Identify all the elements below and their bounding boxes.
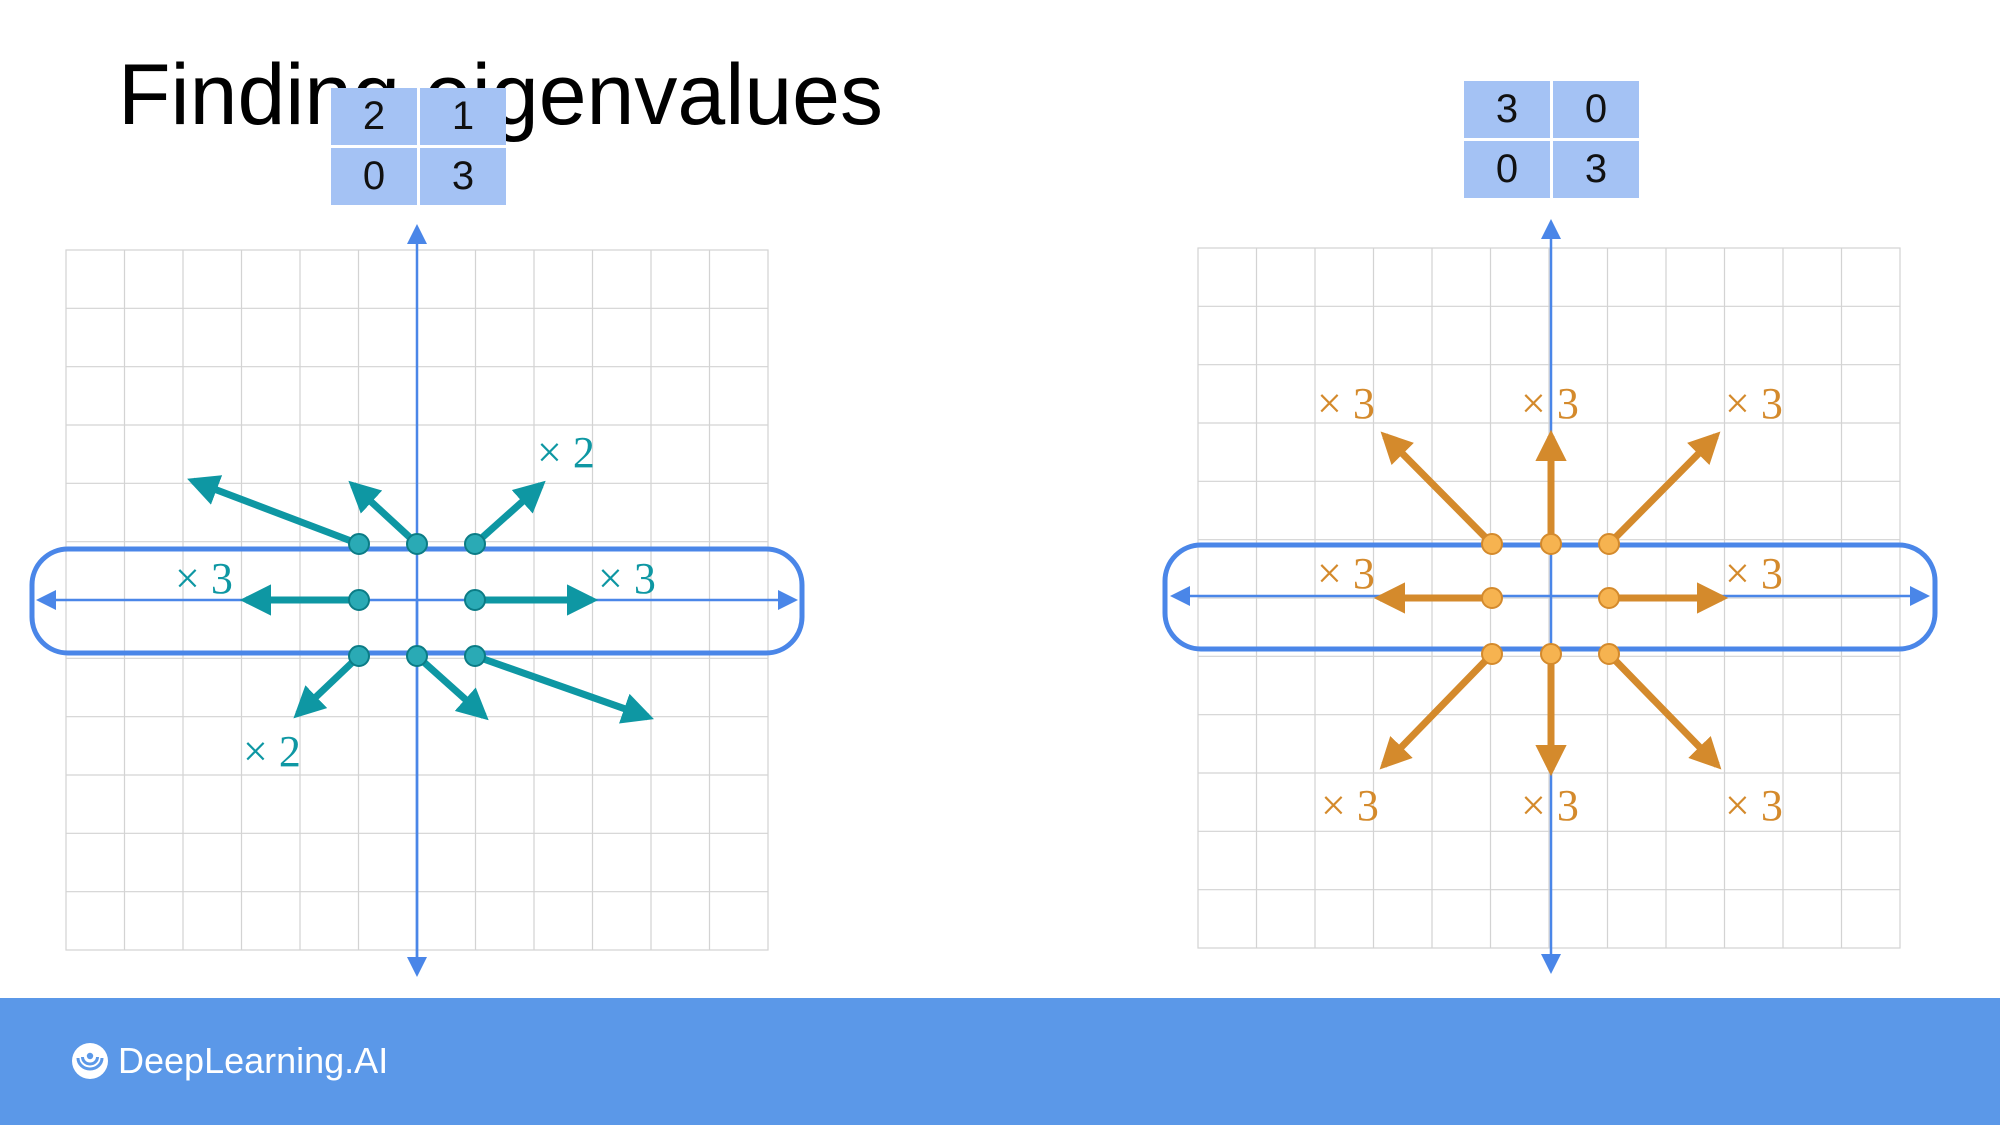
arrow: [1606, 651, 1722, 770]
matrix-cell: 1: [420, 88, 506, 145]
point: [1481, 587, 1503, 609]
scale-label: × 3: [1317, 379, 1375, 428]
scale-label: × 3: [1317, 549, 1375, 598]
point: [1481, 643, 1503, 665]
arrow: [472, 480, 546, 547]
matrix-right: 3 0 0 3: [1464, 81, 1639, 198]
arrow: [1380, 431, 1495, 547]
scale-label: × 3: [1725, 781, 1783, 830]
brand-logo[interactable]: DeepLearning.AI: [70, 1040, 388, 1082]
point: [1540, 643, 1562, 665]
point: [348, 533, 370, 555]
scale-label: × 3: [1521, 781, 1579, 830]
eigen-diagrams: × 2 × 3 × 3 × 2 × 3 × 3 × 3 × 3 × 3 × 3 …: [29, 219, 1938, 977]
scale-label: × 3: [1521, 379, 1579, 428]
matrix-cell: 3: [1464, 81, 1550, 138]
point: [1481, 533, 1503, 555]
brand-name: DeepLearning.AI: [118, 1040, 389, 1081]
matrix-cell: 3: [1553, 141, 1639, 198]
scale-label: × 3: [1321, 781, 1379, 830]
arrow: [1606, 431, 1721, 547]
arrow: [293, 653, 362, 719]
scale-label: × 3: [1725, 549, 1783, 598]
point: [464, 589, 486, 611]
arrow: [1379, 651, 1495, 770]
scale-label: × 2: [243, 727, 301, 776]
matrix-cell: 0: [1464, 141, 1550, 198]
matrix-cell: 0: [1553, 81, 1639, 138]
point: [348, 645, 370, 667]
point: [348, 589, 370, 611]
deeplearning-logo-icon: [72, 1043, 108, 1079]
matrix-cell: 2: [331, 88, 417, 145]
arrow: [187, 475, 361, 548]
point: [1598, 533, 1620, 555]
scale-label: × 3: [1725, 379, 1783, 428]
point: [406, 645, 428, 667]
footer-bar: DeepLearning.AI: [0, 998, 2000, 1125]
scale-label: × 3: [598, 554, 656, 603]
point: [464, 533, 486, 555]
matrix-cell: 0: [331, 148, 417, 205]
point: [1540, 533, 1562, 555]
point: [406, 533, 428, 555]
arrow: [473, 652, 654, 724]
scale-label: × 3: [175, 554, 233, 603]
point: [1598, 643, 1620, 665]
point: [1598, 587, 1620, 609]
matrix-cell: 3: [420, 148, 506, 205]
scale-label: × 2: [537, 428, 595, 477]
right-grid: [1197, 247, 1901, 949]
matrix-left: 2 1 0 3: [331, 88, 506, 205]
point: [464, 645, 486, 667]
